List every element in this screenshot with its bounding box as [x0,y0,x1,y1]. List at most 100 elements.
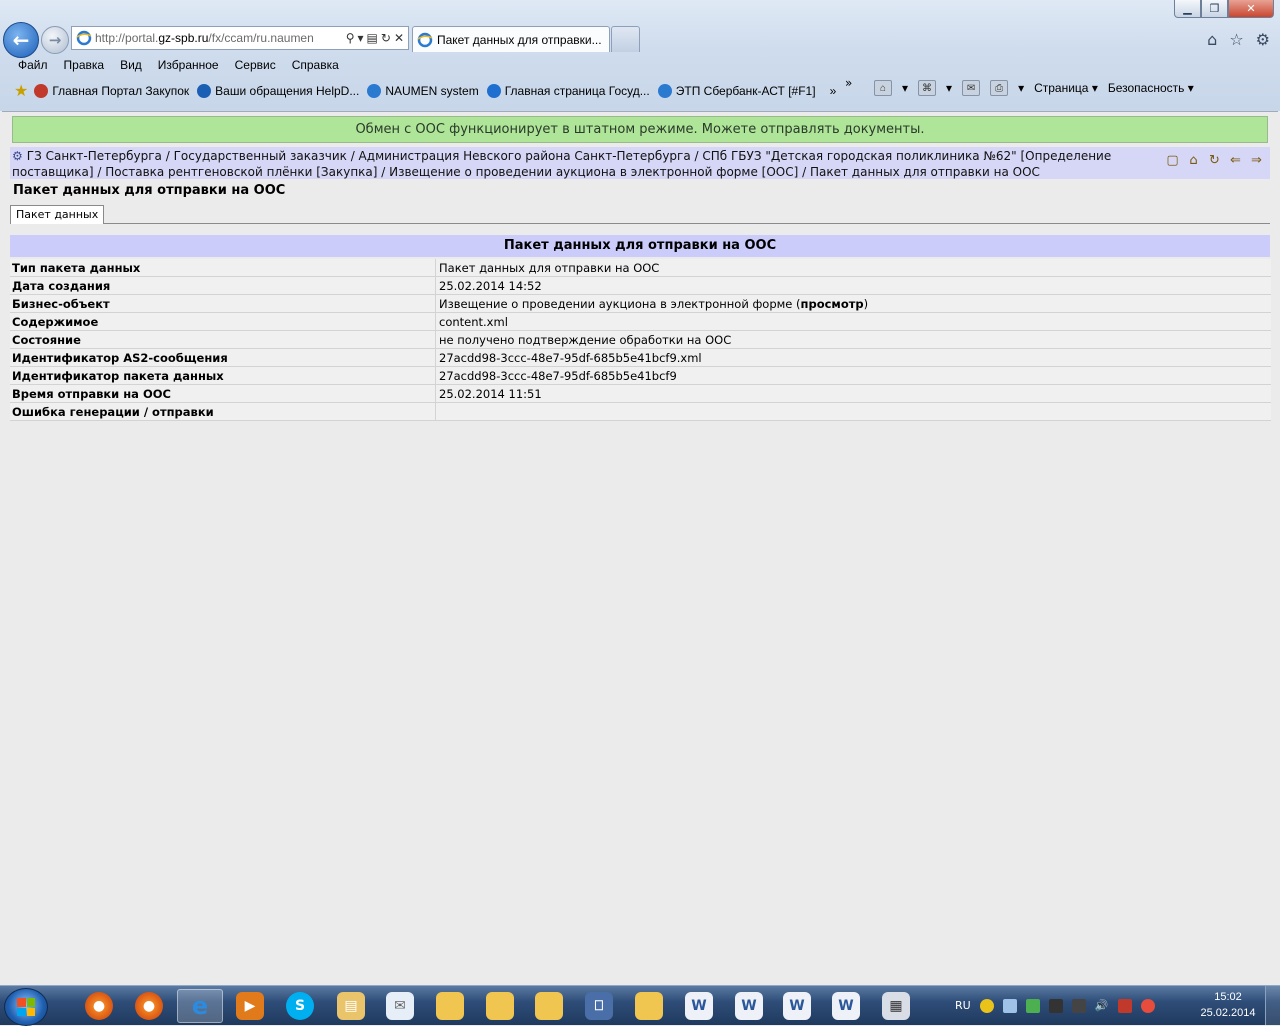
window-controls: ▁ ❐ ✕ [1174,0,1274,18]
tab-strip: Пакет данных [10,205,1270,224]
taskbar-word-4[interactable]: W [823,989,869,1023]
menu-item-view[interactable]: Вид [112,56,150,76]
tray-shield-icon[interactable] [1025,998,1040,1013]
toolbar-overflow-chevron[interactable]: » [845,76,852,90]
restore-button[interactable]: ❐ [1201,0,1228,18]
status-banner: Обмен с ООС функционирует в штатном режи… [12,116,1268,143]
taskbar-word[interactable]: W [676,989,722,1023]
stop-icon[interactable]: ✕ [394,31,404,45]
mail-icon[interactable]: ✉ [962,80,981,96]
gear-icon[interactable]: ⚙ [1256,30,1270,49]
tray-app-icon[interactable] [979,998,994,1013]
property-label: Идентификатор AS2-сообщения [10,348,436,367]
system-tray: RU 🔊 [955,986,1155,1025]
forward-button[interactable]: → [41,26,69,54]
taskbar-media-player[interactable]: ▶ [227,989,273,1023]
tray-device-icon[interactable] [1071,998,1086,1013]
taskbar-remote-desktop[interactable]: ⎕ [576,989,622,1023]
taskbar-firefox-2[interactable]: ● [126,989,172,1023]
menu-item-help[interactable]: Справка [284,56,347,76]
taskbar-mail[interactable]: ✉ [377,989,423,1023]
minimize-button[interactable]: ▁ [1174,0,1201,18]
favorite-link[interactable]: Главная страница Госуд... [486,84,650,98]
favorite-link[interactable]: ЭТП Сбербанк-АСТ [#F1] [657,84,816,98]
close-window-button[interactable]: ✕ [1228,0,1274,18]
menu-item-favorites[interactable]: Избранное [150,56,227,76]
favorites-overflow-chevron[interactable]: » [830,84,837,98]
taskbar-word-2[interactable]: W [726,989,772,1023]
taskbar-app[interactable]: ▤ [328,989,374,1023]
refresh-icon[interactable]: ↻ [1207,153,1222,168]
folder-icon [535,992,563,1020]
taskbar-firefox[interactable]: ● [76,989,122,1023]
favorite-link[interactable]: Главная Портал Закупок [34,84,189,98]
compatibility-icon[interactable]: ▤ [367,31,378,45]
menu-item-file[interactable]: Файл [10,56,56,76]
home-icon[interactable]: ⌂ [1186,153,1201,168]
folder-icon [486,992,514,1020]
favorites-star-icon[interactable]: ☆ [1229,30,1243,49]
dropdown-arrow-icon[interactable]: ▾ [902,81,908,95]
browser-chrome: ▁ ❐ ✕ ← → http://portal.gz-spb.ru/fx/cca… [0,0,1280,111]
media-player-icon: ▶ [236,992,264,1020]
feeds-icon[interactable]: ⌘ [918,80,937,96]
taskbar-folder-3[interactable] [526,989,572,1023]
taskbar-folder-2[interactable] [477,989,523,1023]
security-menu[interactable]: Безопасность ▾ [1108,81,1194,95]
dropdown-arrow-icon[interactable]: ▾ [1018,81,1024,95]
taskbar: ● ● e ▶ S ▤ ✉ ⎕ W W W W ▦ RU 🔊 15:02 25.… [0,985,1280,1026]
menu-item-edit[interactable]: Правка [56,56,113,76]
language-indicator[interactable]: RU [955,999,971,1012]
tray-flag-icon[interactable] [1117,998,1132,1013]
breadcrumb-text[interactable]: ГЗ Санкт-Петербурга / Государственный за… [12,149,1111,179]
favorite-link[interactable]: NAUMEN system [367,84,479,98]
search-icon[interactable]: ⚲ [346,31,355,45]
dropdown-arrow-icon[interactable]: ▾ [358,31,364,45]
taskbar-word-3[interactable]: W [774,989,820,1023]
dropdown-arrow-icon[interactable]: ▾ [946,81,952,95]
start-button[interactable] [4,988,48,1026]
tray-monitor-icon[interactable] [1048,998,1063,1013]
taskbar-calculator[interactable]: ▦ [873,989,919,1023]
app-icon: ▤ [337,992,365,1020]
tray-network-icon[interactable] [1002,998,1017,1013]
show-desktop-button[interactable] [1265,986,1280,1025]
property-value: 25.02.2014 14:52 [435,276,1271,295]
word-document-icon: W [685,992,713,1020]
taskbar-folder[interactable] [427,989,473,1023]
favorites-add-icon[interactable]: ★ [14,81,28,101]
volume-icon[interactable]: 🔊 [1095,999,1109,1013]
tab-data-package[interactable]: Пакет данных [10,205,105,224]
arrow-forward-icon[interactable]: ⇒ [1249,153,1264,168]
taskbar-folder-4[interactable] [626,989,672,1023]
folder-icon[interactable]: ▢ [1165,153,1180,168]
clock-time: 15:02 [1214,991,1242,1003]
property-label: Содержимое [10,312,436,331]
print-icon[interactable]: ⎙ [990,80,1009,96]
view-link[interactable]: просмотр [801,297,864,311]
home-icon[interactable]: ⌂ [1207,30,1217,49]
tab-active[interactable]: Пакет данных для отправки... ✕ [412,26,610,52]
refresh-icon[interactable]: ↻ [381,31,391,45]
url-text: http://portal.gz-spb.ru/fx/ccam/ru.naume… [95,31,314,45]
address-bar[interactable]: http://portal.gz-spb.ru/fx/ccam/ru.naume… [71,26,409,50]
content-file-link[interactable]: content.xml [435,312,1271,331]
menu-item-tools[interactable]: Сервис [227,56,284,76]
tray-opera-icon[interactable] [1140,998,1155,1013]
clock[interactable]: 15:02 25.02.2014 [1196,989,1260,1021]
arrow-back-icon[interactable]: ⇐ [1228,153,1243,168]
back-button[interactable]: ← [3,22,39,58]
firefox-icon: ● [135,992,163,1020]
page-menu[interactable]: Страница ▾ [1034,81,1098,95]
page-title: Пакет данных для отправки на ООС [13,183,286,198]
favorite-link[interactable]: Ваши обращения HelpD... [197,84,359,98]
new-tab-button[interactable] [611,26,640,52]
table-row: Ошибка генерации / отправки [10,402,1271,421]
taskbar-internet-explorer[interactable]: e [177,989,223,1023]
table-row: Дата создания 25.02.2014 14:52 [10,276,1271,295]
favorite-icon [367,84,382,98]
taskbar-skype[interactable]: S [277,989,323,1023]
folder-icon [635,992,663,1020]
skype-icon: S [286,992,314,1020]
home-icon[interactable]: ⌂ [874,80,892,96]
